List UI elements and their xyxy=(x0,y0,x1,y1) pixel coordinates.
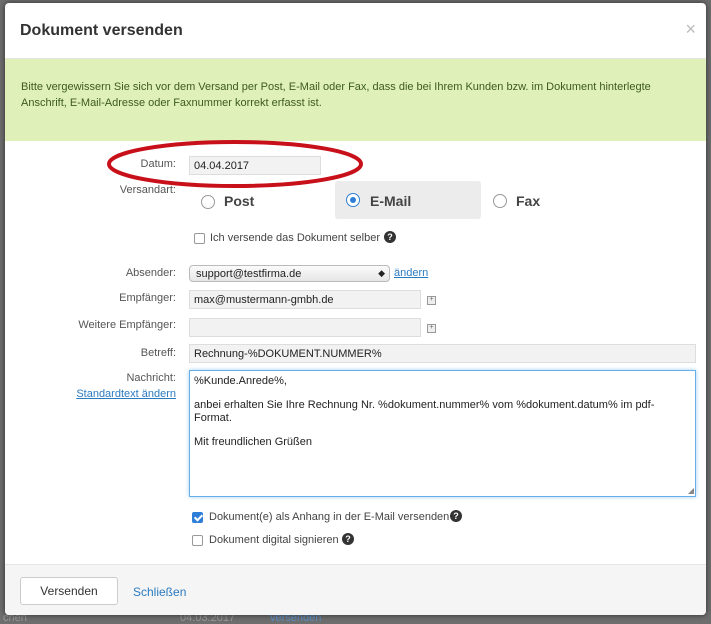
sign-label: Dokument digital signieren xyxy=(209,534,339,546)
method-fax-label[interactable]: Fax xyxy=(516,193,540,209)
send-document-dialog: Dokument versenden × Bitte vergewissern … xyxy=(5,3,706,615)
self-send-label: Ich versende das Dokument selber xyxy=(210,232,380,244)
chevron-updown-icon: ◆ xyxy=(378,268,385,278)
message-line: %Kunde.Anrede%, xyxy=(194,375,287,387)
help-icon[interactable]: ? xyxy=(342,533,354,545)
help-icon[interactable]: ? xyxy=(450,510,462,522)
method-post-radio[interactable] xyxy=(201,195,215,209)
sender-select[interactable]: support@testfirma.de ◆ xyxy=(189,265,390,282)
method-email-label[interactable]: E-Mail xyxy=(370,193,411,209)
method-label: Versandart: xyxy=(119,184,176,196)
notice-banner: Bitte vergewissern Sie sich vor dem Vers… xyxy=(5,59,706,141)
sender-label: Absender: xyxy=(125,267,176,279)
subject-label: Betreff: xyxy=(140,347,176,359)
message-label: Nachricht: xyxy=(126,372,176,384)
change-sender-link[interactable]: ändern xyxy=(394,267,428,279)
method-email-radio[interactable] xyxy=(346,193,360,207)
sign-checkbox[interactable] xyxy=(192,535,203,546)
dialog-footer: Versenden Schließen xyxy=(5,564,706,615)
close-link[interactable]: Schließen xyxy=(133,585,186,599)
message-line: Mit freundlichen Grüßen xyxy=(194,436,312,448)
add-recipient-icon[interactable]: + xyxy=(427,296,436,305)
resize-handle-icon[interactable]: ◢ xyxy=(688,486,694,495)
default-text-link[interactable]: Standardtext ändern xyxy=(76,388,176,400)
close-icon[interactable]: × xyxy=(685,19,696,40)
dialog-title: Dokument versenden xyxy=(20,22,183,39)
send-button[interactable]: Versenden xyxy=(20,577,118,605)
attach-label: Dokument(e) als Anhang in der E-Mail ver… xyxy=(209,511,450,523)
recipient-field[interactable] xyxy=(189,290,421,309)
subject-field[interactable] xyxy=(189,344,696,363)
help-icon[interactable]: ? xyxy=(384,231,396,243)
method-fax-radio[interactable] xyxy=(493,194,507,208)
add-cc-icon[interactable]: + xyxy=(427,324,436,333)
cc-label: Weitere Empfänger: xyxy=(78,319,176,331)
recipient-label: Empfänger: xyxy=(119,292,176,304)
self-send-checkbox[interactable] xyxy=(194,233,205,244)
attach-checkbox[interactable] xyxy=(192,512,203,523)
dialog-header: Dokument versenden × xyxy=(5,3,706,59)
cc-field[interactable] xyxy=(189,318,421,337)
message-line: anbei erhalten Sie Ihre Rechnung Nr. %do… xyxy=(194,399,655,424)
sender-select-value: support@testfirma.de xyxy=(196,268,302,280)
message-textarea[interactable]: %Kunde.Anrede%, anbei erhalten Sie Ihre … xyxy=(189,370,696,497)
notice-text: Bitte vergewissern Sie sich vor dem Vers… xyxy=(21,81,651,109)
method-post-label[interactable]: Post xyxy=(224,193,254,209)
highlight-circle xyxy=(107,140,363,188)
